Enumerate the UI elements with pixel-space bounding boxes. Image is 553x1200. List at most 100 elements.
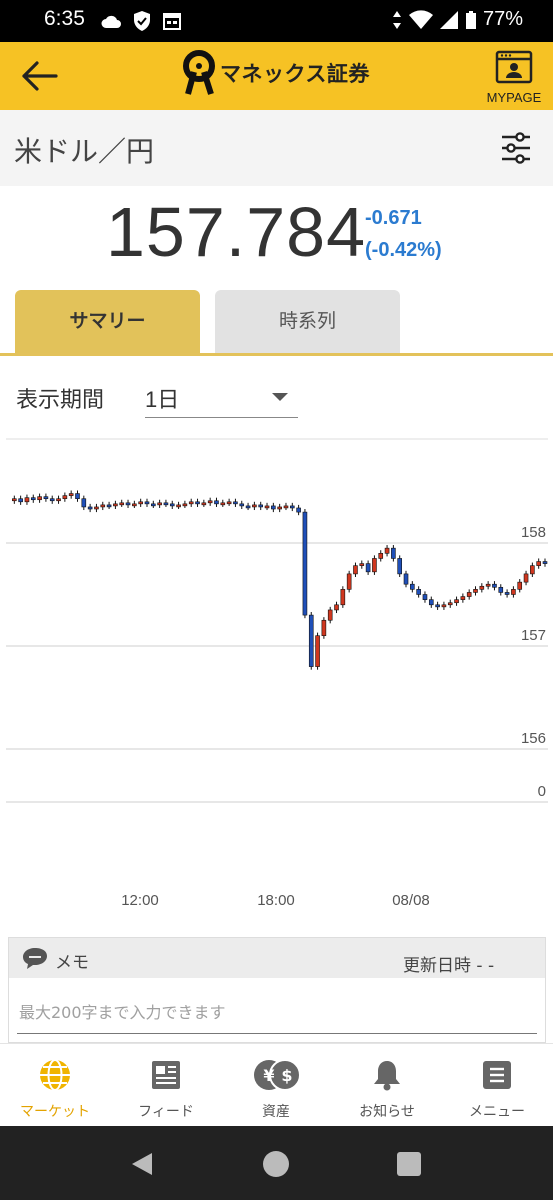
y-tick-label: 157 bbox=[521, 627, 546, 644]
candle-body bbox=[43, 496, 49, 500]
data-arrows-icon bbox=[392, 10, 401, 29]
x-tick-label: 12:00 bbox=[121, 892, 159, 909]
back-button[interactable] bbox=[20, 60, 60, 92]
candle-body bbox=[435, 604, 440, 608]
candle-body bbox=[504, 592, 510, 595]
status-time: 6:35 bbox=[44, 7, 85, 30]
candle-body bbox=[530, 565, 535, 575]
chart-svg: 158 157 156 0 12:00 18:00 08/08 bbox=[6, 438, 548, 909]
svg-text:¥: ¥ bbox=[263, 1066, 274, 1085]
system-back-button[interactable] bbox=[128, 1150, 156, 1178]
candle-body bbox=[201, 502, 207, 506]
candle-body bbox=[138, 501, 143, 505]
candle-body bbox=[207, 500, 213, 504]
globe-icon bbox=[40, 1059, 70, 1091]
candle-body bbox=[81, 498, 87, 508]
candle-body bbox=[473, 589, 478, 593]
nav-market[interactable]: マーケット bbox=[0, 1044, 110, 1127]
candle-body bbox=[308, 614, 314, 667]
candle-body bbox=[403, 573, 409, 585]
instrument-name: 米ドル／円 bbox=[14, 135, 155, 168]
candle-body bbox=[157, 502, 162, 506]
candle-body bbox=[252, 504, 257, 508]
memo-panel: メモ 更新日時 - - bbox=[8, 937, 546, 1043]
nav-feed[interactable]: フィード bbox=[111, 1044, 221, 1127]
candle-body bbox=[271, 505, 276, 510]
candle-body bbox=[372, 558, 377, 573]
candle-body bbox=[94, 506, 99, 510]
nav-feed-label: フィード bbox=[138, 1104, 194, 1120]
nav-menu[interactable]: メニュー bbox=[442, 1044, 552, 1127]
system-navigation-bar bbox=[0, 1126, 553, 1200]
monex-logo: マネックス証券 bbox=[182, 50, 370, 96]
candle-body bbox=[220, 502, 226, 506]
change-value: -0.671 bbox=[365, 207, 422, 229]
settings-button[interactable] bbox=[501, 132, 531, 164]
svg-text:$: $ bbox=[281, 1066, 292, 1085]
bell-icon bbox=[374, 1061, 400, 1091]
candle-body bbox=[182, 503, 188, 507]
candle-body bbox=[264, 505, 270, 509]
memo-header: メモ 更新日時 - - bbox=[9, 938, 545, 978]
candle-body bbox=[106, 504, 112, 508]
instrument-title-bar: 米ドル／円 bbox=[0, 110, 553, 186]
candle-body bbox=[169, 503, 175, 507]
candle-body bbox=[132, 503, 137, 507]
candle-body bbox=[188, 501, 194, 505]
battery-level: 77% bbox=[482, 8, 523, 30]
mypage-button[interactable]: MYPAGE bbox=[483, 50, 545, 105]
candle-body bbox=[536, 561, 541, 566]
nav-notices[interactable]: お知らせ bbox=[332, 1044, 442, 1127]
candle-body bbox=[277, 506, 282, 510]
cloud-icon bbox=[101, 15, 121, 28]
mypage-icon bbox=[495, 50, 533, 84]
candle-body bbox=[214, 500, 219, 505]
price-chart[interactable]: 158 157 156 0 12:00 18:00 08/08 bbox=[0, 438, 553, 918]
candle-body bbox=[163, 502, 169, 506]
app-bar: マネックス証券 MYPAGE bbox=[0, 42, 553, 110]
caret-down-icon bbox=[272, 393, 288, 401]
change-percent: (-0.42%) bbox=[365, 239, 442, 261]
memo-title: メモ bbox=[55, 953, 89, 973]
x-tick-label: 08/08 bbox=[392, 892, 430, 909]
newspaper-icon bbox=[152, 1061, 180, 1089]
nav-notices-label: お知らせ bbox=[359, 1104, 415, 1120]
candle-body bbox=[289, 505, 295, 509]
bottom-navigation: マーケット フィード ¥ $ 資産 お知らせ メニュー bbox=[0, 1043, 553, 1126]
candle-body bbox=[75, 493, 80, 500]
y-tick-label: 156 bbox=[521, 730, 546, 747]
candle-body bbox=[87, 506, 93, 510]
menu-list-icon bbox=[483, 1061, 511, 1089]
y-tick-label: 0 bbox=[538, 783, 546, 800]
candle-body bbox=[302, 511, 308, 616]
wifi-icon bbox=[408, 9, 433, 29]
candle-body bbox=[485, 583, 491, 587]
candle-body bbox=[466, 592, 472, 597]
candle-body bbox=[119, 502, 125, 506]
arrow-left-icon bbox=[22, 61, 58, 91]
candle-body bbox=[125, 502, 131, 506]
candle-body bbox=[226, 501, 232, 505]
period-dropdown[interactable]: 1日 bbox=[145, 378, 298, 418]
candle-body bbox=[24, 497, 30, 503]
tab-time-series[interactable]: 時系列 bbox=[215, 290, 400, 353]
candle-body bbox=[37, 496, 42, 501]
nav-assets-label: 資産 bbox=[262, 1104, 290, 1120]
view-tabs: サマリー 時系列 bbox=[0, 290, 553, 356]
monex-mascot-icon bbox=[183, 50, 215, 95]
nav-assets[interactable]: ¥ $ 資産 bbox=[221, 1044, 331, 1127]
memo-updated: 更新日時 - - bbox=[403, 956, 495, 976]
system-recents-button[interactable] bbox=[396, 1151, 422, 1177]
candle-body bbox=[410, 583, 415, 590]
memo-input[interactable] bbox=[17, 992, 537, 1034]
candle-body bbox=[353, 565, 358, 575]
speech-bubble-icon bbox=[23, 948, 47, 969]
candle-body bbox=[359, 563, 365, 566]
candle-body bbox=[479, 585, 485, 590]
candle-body bbox=[334, 604, 339, 611]
quote-area: 157.784 -0.671 (-0.42%) bbox=[0, 186, 553, 280]
calendar-icon bbox=[163, 13, 181, 30]
tab-summary[interactable]: サマリー bbox=[15, 290, 200, 353]
candle-body bbox=[517, 581, 523, 590]
system-home-button[interactable] bbox=[262, 1150, 290, 1178]
